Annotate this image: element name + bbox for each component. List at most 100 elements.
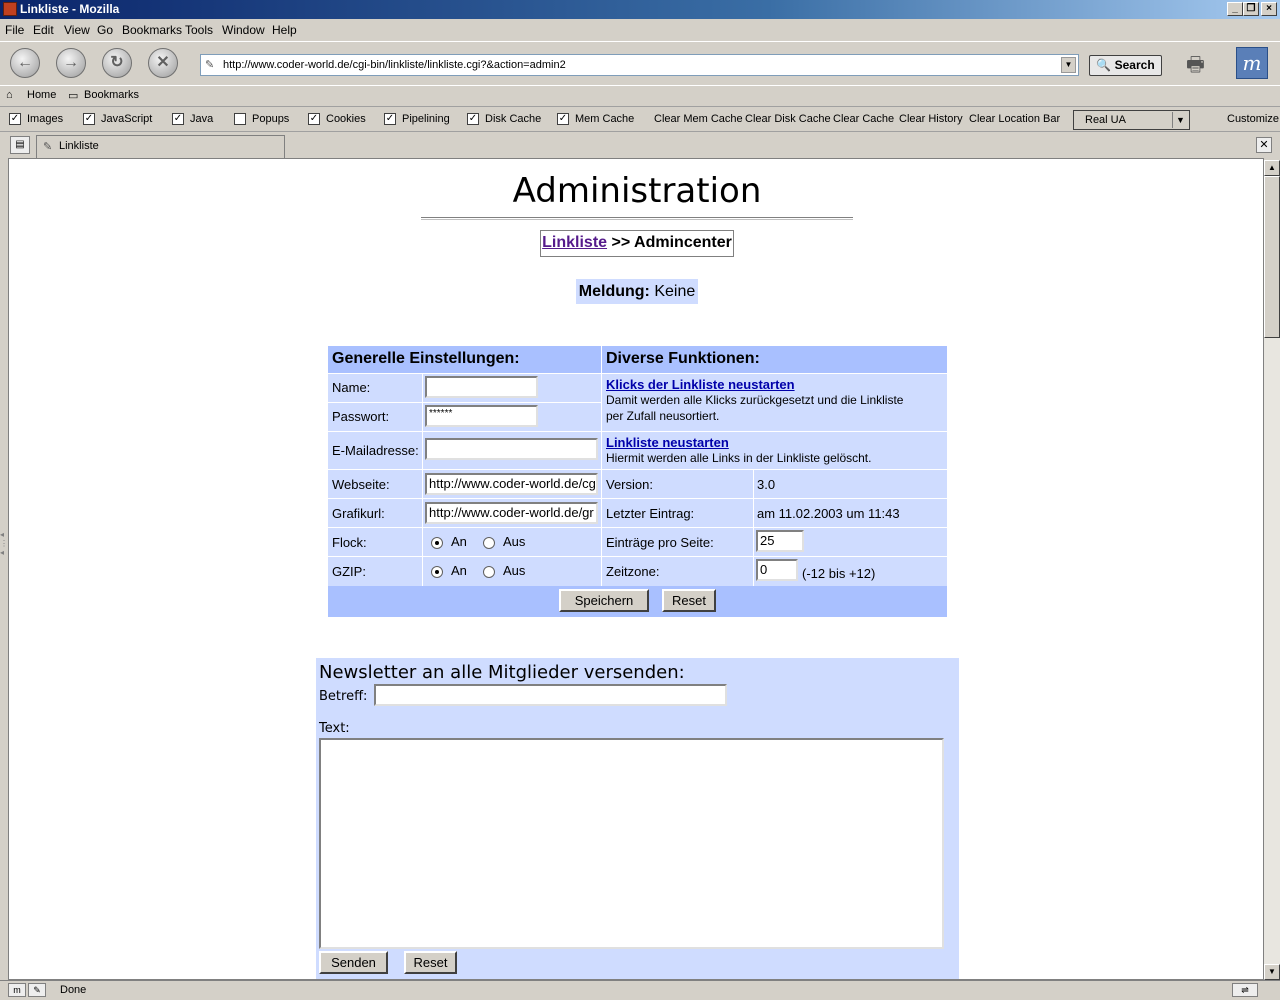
checkbox-icon: ✓ [9, 113, 21, 126]
radio-label: Aus [503, 563, 526, 578]
customize-button[interactable]: Customize [1227, 113, 1279, 125]
close-tab-icon[interactable]: ✕ [1256, 137, 1272, 153]
javascript-checkbox[interactable]: ✓ JavaScript [83, 113, 152, 126]
general-settings-header: Generelle Einstellungen: [328, 346, 601, 373]
clear-mem-cache-button[interactable]: Clear Mem Cache [654, 113, 743, 125]
stop-icon[interactable]: ✕ [148, 48, 178, 78]
entries-per-page-field[interactable]: 25 [756, 530, 804, 552]
gzip-off-radio[interactable]: Aus [483, 563, 525, 578]
divider [328, 431, 947, 432]
graphic-url-field[interactable]: http://www.coder-world.de/gr [425, 502, 598, 524]
radio-label: An [451, 534, 467, 549]
website-field[interactable]: http://www.coder-world.de/cg [425, 473, 598, 495]
menu-window[interactable]: Window [222, 23, 265, 37]
menu-view[interactable]: View [64, 23, 90, 37]
menu-go[interactable]: Go [97, 23, 113, 37]
reset-clicks-description: Damit werden alle Klicks zurückgesetzt u… [606, 393, 904, 407]
save-button[interactable]: Speichern [559, 589, 649, 612]
mem-cache-checkbox[interactable]: ✓ Mem Cache [557, 113, 634, 126]
user-agent-value: Real UA [1085, 114, 1126, 126]
breadcrumb: Linkliste >> Admincenter [540, 230, 734, 257]
mozilla-throbber-icon[interactable]: m [1236, 47, 1268, 79]
clear-location-bar-button[interactable]: Clear Location Bar [969, 113, 1060, 125]
website-label: Webseite: [332, 477, 390, 492]
subject-label: Betreff: [319, 689, 368, 704]
home-icon[interactable]: ⌂ [6, 89, 13, 101]
divider [328, 556, 947, 557]
restore-button[interactable]: ❐ [1243, 2, 1259, 16]
close-window-button[interactable]: × [1261, 2, 1277, 16]
gzip-label: GZIP: [332, 564, 366, 579]
menu-edit[interactable]: Edit [33, 23, 54, 37]
cookies-checkbox[interactable]: ✓ Cookies [308, 113, 366, 126]
email-field[interactable] [425, 438, 598, 460]
java-checkbox[interactable]: ✓ Java [172, 113, 213, 126]
menu-bar: File Edit View Go Bookmarks Tools Window… [0, 19, 1280, 41]
reset-linkliste-link[interactable]: Linkliste neustarten [606, 435, 729, 450]
page-proxy-icon: ✎ [205, 59, 215, 71]
tab-label: Linkliste [59, 140, 99, 152]
divider [328, 498, 947, 499]
send-button[interactable]: Senden [319, 951, 388, 974]
radio-selected-icon [431, 565, 443, 578]
security-icon[interactable]: ✎ [28, 983, 46, 997]
clear-history-button[interactable]: Clear History [899, 113, 963, 125]
reset-settings-button[interactable]: Reset [662, 589, 716, 612]
user-agent-select[interactable]: Real UA ▼ [1073, 110, 1190, 130]
name-field[interactable] [425, 376, 538, 398]
timezone-label: Zeitzone: [606, 564, 660, 579]
reload-icon[interactable]: ↻ [102, 48, 132, 78]
reset-clicks-link[interactable]: Klicks der Linkliste neustarten [606, 377, 795, 392]
flock-label: Flock: [332, 535, 367, 550]
clear-disk-cache-button[interactable]: Clear Disk Cache [745, 113, 831, 125]
navigation-toolbar: ← → ↻ ✕ ✎ ▼ 🔍 Search 🖶 [0, 41, 1280, 85]
minimize-button[interactable]: _ [1227, 2, 1243, 16]
flock-on-radio[interactable]: An [431, 534, 467, 549]
newsletter-text-area[interactable] [319, 738, 944, 949]
url-input[interactable] [223, 57, 1053, 73]
subject-field[interactable] [374, 684, 727, 706]
radio-selected-icon [431, 536, 443, 549]
reset-clicks-description-2: per Zufall neusortiert. [606, 409, 720, 423]
new-tab-icon[interactable]: ▤ [10, 136, 30, 154]
radio-label: An [451, 563, 467, 578]
menu-bookmarks[interactable]: Bookmarks [122, 23, 182, 37]
menu-tools[interactable]: Tools [185, 23, 213, 37]
flock-off-radio[interactable]: Aus [483, 534, 525, 549]
location-bar[interactable]: ✎ ▼ [200, 54, 1079, 76]
tab-linkliste[interactable]: ✎ Linkliste [36, 135, 285, 158]
images-checkbox[interactable]: ✓ Images [9, 113, 63, 126]
menu-file[interactable]: File [5, 23, 24, 37]
reset-newsletter-button[interactable]: Reset [404, 951, 457, 974]
gzip-on-radio[interactable]: An [431, 563, 467, 578]
personal-toolbar: ⌂ Home ▭ Bookmarks [0, 85, 1280, 107]
sidebar-grip-icon[interactable]: ◂ ⋮ ◂ [0, 530, 8, 580]
online-status-icon[interactable]: ⇌ [1232, 983, 1258, 997]
search-button[interactable]: 🔍 Search [1089, 55, 1162, 76]
vertical-scrollbar[interactable]: ▲ ▼ [1264, 160, 1280, 980]
disk-cache-checkbox[interactable]: ✓ Disk Cache [467, 113, 541, 126]
menu-help[interactable]: Help [272, 23, 297, 37]
back-icon[interactable]: ← [10, 48, 40, 78]
page-icon: ✎ [43, 141, 53, 153]
mozilla-app-icon [3, 2, 17, 16]
print-icon[interactable]: 🖶 [1186, 50, 1214, 76]
password-field[interactable]: ****** [425, 405, 538, 427]
forward-icon[interactable]: → [56, 48, 86, 78]
mozilla-icon[interactable]: m [8, 983, 26, 997]
clear-cache-button[interactable]: Clear Cache [833, 113, 894, 125]
popups-checkbox[interactable]: Popups [234, 113, 289, 126]
scroll-up-icon[interactable]: ▲ [1264, 160, 1280, 176]
status-bar: m ✎ Done ⇌ [0, 980, 1280, 1000]
pipelining-checkbox[interactable]: ✓ Pipelining [384, 113, 450, 126]
home-link[interactable]: Home [27, 89, 56, 101]
scroll-down-icon[interactable]: ▼ [1264, 964, 1280, 980]
timezone-field[interactable]: 0 [756, 559, 798, 581]
url-dropdown-icon[interactable]: ▼ [1061, 57, 1076, 73]
bookmarks-link[interactable]: Bookmarks [84, 89, 139, 101]
checkbox-icon: ✓ [172, 113, 184, 126]
window-title-bar: Linkliste - Mozilla _ ❐ × [0, 0, 1280, 19]
breadcrumb-linkliste-link[interactable]: Linkliste [542, 234, 607, 251]
misc-functions-header: Diverse Funktionen: [602, 346, 947, 373]
scrollbar-thumb[interactable] [1264, 176, 1280, 338]
